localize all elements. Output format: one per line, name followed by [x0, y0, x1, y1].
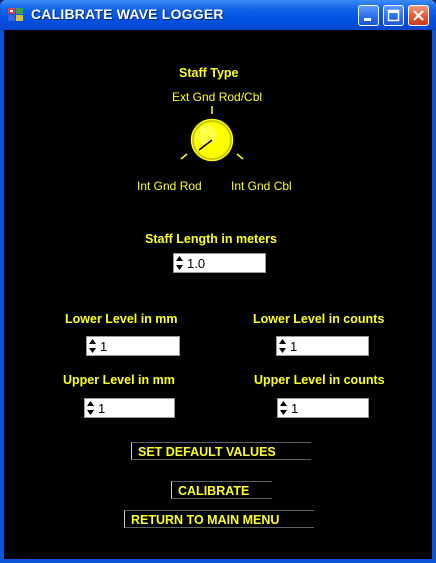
staff-type-option-right: Int Gnd Cbl — [231, 179, 292, 193]
spinner-arrows-icon[interactable] — [86, 400, 95, 416]
minimize-icon — [364, 18, 371, 21]
upper-level-counts-label: Upper Level in counts — [254, 373, 385, 387]
upper-level-counts-spinner[interactable]: 1 — [277, 398, 369, 418]
window-title: CALIBRATE WAVE LOGGER — [31, 6, 224, 22]
set-default-values-button[interactable]: SET DEFAULT VALUES — [131, 442, 311, 460]
spinner-arrows-icon[interactable] — [279, 400, 288, 416]
maximize-button[interactable] — [383, 5, 404, 26]
lower-level-mm-label: Lower Level in mm — [65, 312, 178, 326]
upper-level-mm-spinner[interactable]: 1 — [84, 398, 175, 418]
staff-type-knob[interactable] — [172, 102, 252, 172]
title-bar[interactable]: CALIBRATE WAVE LOGGER — [0, 0, 436, 30]
spinner-arrows-icon[interactable] — [88, 338, 97, 354]
close-button[interactable] — [408, 5, 429, 26]
staff-type-heading: Staff Type — [179, 66, 239, 80]
lower-level-mm-value: 1 — [100, 339, 108, 354]
app-window: CALIBRATE WAVE LOGGER Staff Type Ext Gnd… — [0, 0, 436, 563]
staff-length-label: Staff Length in meters — [145, 232, 277, 246]
return-to-main-menu-button[interactable]: RETURN TO MAIN MENU — [124, 510, 314, 528]
upper-level-counts-value: 1 — [291, 401, 299, 416]
lower-level-counts-label: Lower Level in counts — [253, 312, 385, 326]
upper-level-mm-value: 1 — [98, 401, 106, 416]
upper-level-mm-label: Upper Level in mm — [63, 373, 175, 387]
close-icon — [413, 10, 424, 21]
staff-type-option-left: Int Gnd Rod — [137, 179, 202, 193]
lower-level-mm-spinner[interactable]: 1 — [86, 336, 180, 356]
spinner-arrows-icon[interactable] — [278, 338, 287, 354]
app-icon — [8, 8, 23, 21]
spinner-arrows-icon[interactable] — [175, 255, 184, 271]
staff-length-spinner[interactable]: 1.0 — [173, 253, 266, 273]
lower-level-counts-spinner[interactable]: 1 — [276, 336, 369, 356]
minimize-button[interactable] — [358, 5, 379, 26]
staff-length-value: 1.0 — [187, 256, 206, 271]
maximize-icon — [387, 9, 400, 22]
calibrate-button[interactable]: CALIBRATE — [171, 481, 272, 499]
client-area: Staff Type Ext Gnd Rod/Cbl Int Gnd Rod I… — [4, 30, 432, 559]
lower-level-counts-value: 1 — [290, 339, 298, 354]
